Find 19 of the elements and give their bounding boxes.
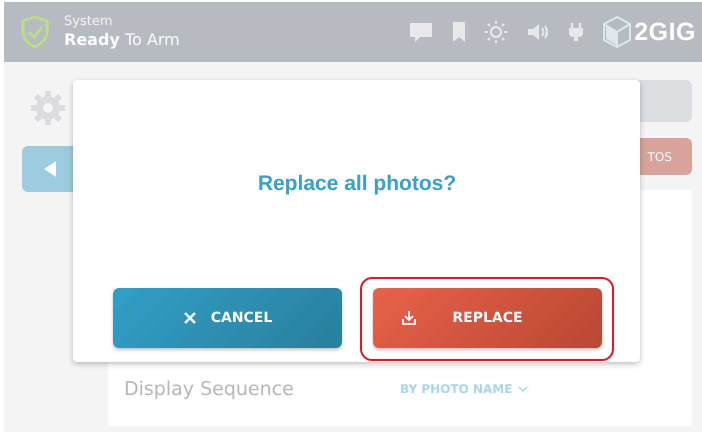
plug-icon[interactable]: [568, 22, 584, 42]
setting-label: Display Sequence: [124, 378, 295, 400]
brightness-icon[interactable]: [484, 20, 508, 44]
chevron-down-icon: [518, 386, 528, 392]
shield-check-icon: [20, 15, 50, 49]
gear-icon[interactable]: [30, 90, 66, 126]
download-icon: [401, 310, 417, 326]
status-text: Ready To Arm: [64, 30, 180, 50]
bookmark-icon[interactable]: [452, 21, 466, 43]
chat-icon[interactable]: [408, 21, 434, 43]
cube-logo-icon: [602, 15, 632, 49]
dialog-title: Replace all photos?: [258, 172, 456, 196]
status-label: System: [64, 14, 114, 30]
replace-button[interactable]: REPLACE: [373, 288, 602, 348]
speaker-icon[interactable]: [526, 22, 550, 42]
brand-logo: 2GIG: [634, 18, 696, 46]
cancel-button[interactable]: CANCEL: [113, 288, 342, 348]
back-arrow-icon: [43, 160, 57, 178]
close-icon: [182, 311, 197, 325]
